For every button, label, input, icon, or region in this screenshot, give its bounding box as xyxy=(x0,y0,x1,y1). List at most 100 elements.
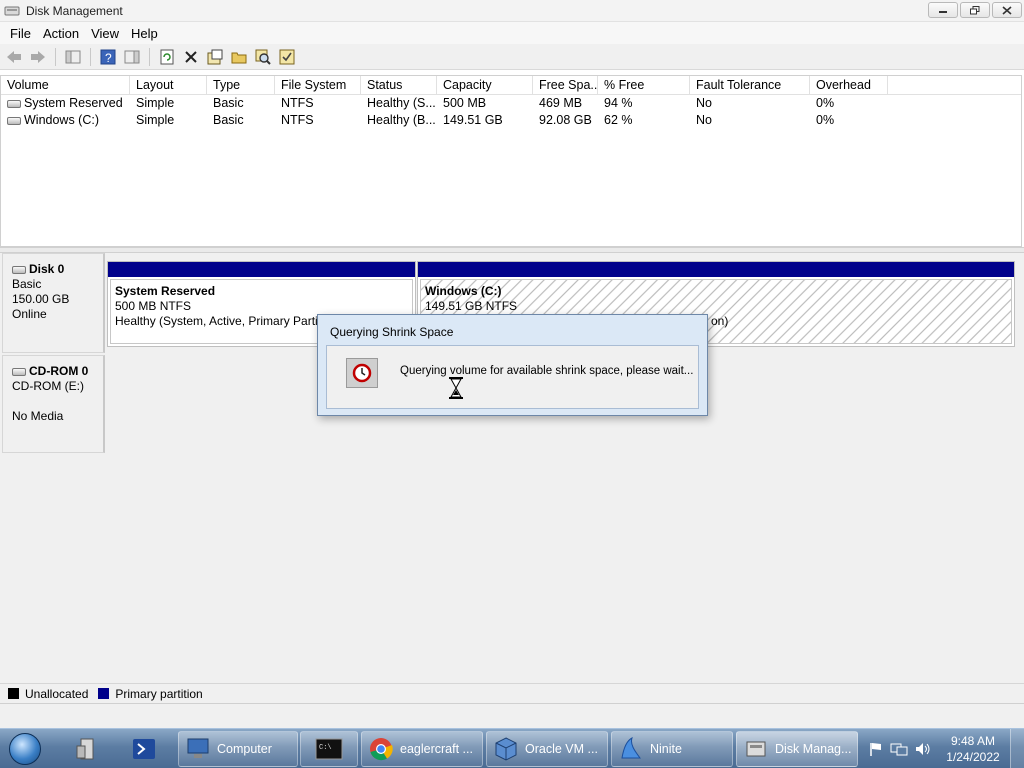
table-cell-percent-free: 94 % xyxy=(604,96,633,110)
legend-unallocated: Unallocated xyxy=(25,686,89,701)
volume-list[interactable]: Volume Layout Type File System Status Ca… xyxy=(0,75,1022,247)
taskbar-label: Computer xyxy=(217,742,272,756)
taskbar-button-chrome[interactable]: eaglercraft ... xyxy=(361,731,483,767)
status-bar xyxy=(0,703,1024,728)
refresh-button[interactable] xyxy=(157,47,177,67)
virtualbox-cube-icon xyxy=(495,737,517,761)
show-desktop-button[interactable] xyxy=(1010,729,1024,768)
forward-button[interactable] xyxy=(28,47,48,67)
column-header-file-system[interactable]: File System xyxy=(275,76,361,94)
column-header-volume[interactable]: Volume xyxy=(1,76,130,94)
table-cell-overhead: 0% xyxy=(816,96,835,110)
cdrom-media: No Media xyxy=(12,409,64,423)
taskbar-button-ninite[interactable]: Ninite xyxy=(611,731,733,767)
start-button[interactable] xyxy=(4,731,46,767)
toolbar-separator xyxy=(149,47,150,66)
dialog-title: Querying Shrink Space xyxy=(330,325,454,339)
primary-partition-bar xyxy=(418,262,1014,277)
volume-name: System Reserved xyxy=(24,96,123,110)
restore-icon xyxy=(970,5,980,14)
minimize-icon xyxy=(939,11,947,13)
cdrom-drive: CD-ROM (E:) xyxy=(12,379,84,393)
clock-icon xyxy=(346,358,378,388)
restore-button[interactable] xyxy=(960,2,990,18)
command-prompt-icon: C:\ xyxy=(315,738,343,760)
disk-management-icon xyxy=(4,6,20,15)
table-row[interactable]: Windows (C:) Simple Basic NTFS Healthy (… xyxy=(1,112,1021,129)
table-cell-type: Basic xyxy=(213,96,244,110)
taskbar-label: eaglercraft ... xyxy=(400,742,473,756)
menu-action[interactable]: Action xyxy=(37,26,85,41)
explore-button[interactable] xyxy=(253,47,273,67)
check-settings-icon xyxy=(279,49,295,64)
console-tree-button[interactable] xyxy=(63,47,83,67)
taskbar-button-disk-management[interactable]: Disk Manag... xyxy=(736,731,858,767)
network-icon[interactable] xyxy=(890,741,908,757)
help-button[interactable]: ? xyxy=(98,47,118,67)
disk-name-text: Disk 0 xyxy=(29,262,65,276)
table-cell-status: Healthy (B... xyxy=(367,113,436,127)
column-header-layout[interactable]: Layout xyxy=(130,76,207,94)
cdrom-name-text: CD-ROM 0 xyxy=(29,364,89,378)
legend-primary: Primary partition xyxy=(115,686,203,701)
title-bar: Disk Management xyxy=(0,0,1024,22)
taskbar-button-command-prompt[interactable]: C:\ xyxy=(300,731,358,767)
properties-icon xyxy=(207,49,223,64)
table-row[interactable]: System Reserved Simple Basic NTFS Health… xyxy=(1,95,1021,112)
taskbar-pinned-server-manager[interactable] xyxy=(64,731,112,767)
action-pane-button[interactable] xyxy=(122,47,142,67)
help-book-icon: ? xyxy=(100,49,116,65)
querying-shrink-space-dialog: Querying Shrink Space Querying volume fo… xyxy=(317,314,708,416)
disk-status: Online xyxy=(12,307,47,321)
partition-name: Windows (C:) xyxy=(425,284,502,298)
taskbar-button-virtualbox[interactable]: Oracle VM ... xyxy=(486,731,608,767)
partition-name: System Reserved xyxy=(115,284,216,298)
powershell-icon xyxy=(133,739,155,759)
disk-label-cdrom0[interactable]: CD-ROM 0 CD-ROM (E:) No Media xyxy=(2,355,105,453)
ninite-icon xyxy=(621,737,641,759)
taskbar-button-computer[interactable]: Computer xyxy=(178,731,298,767)
volume-disk-icon xyxy=(7,99,21,108)
taskbar: Computer C:\ eaglercraft ... Oracle VM .… xyxy=(0,728,1024,768)
volume-speaker-icon[interactable] xyxy=(914,741,932,757)
clock-date: 1/24/2022 xyxy=(946,750,1000,764)
taskbar-clock[interactable]: 9:48 AM 1/24/2022 xyxy=(940,733,1006,765)
volume-list-header: Volume Layout Type File System Status Ca… xyxy=(1,76,1021,95)
column-header-free-space[interactable]: Free Spa... xyxy=(533,76,598,94)
properties-button[interactable] xyxy=(205,47,225,67)
column-header-fault-tolerance[interactable]: Fault Tolerance xyxy=(690,76,810,94)
back-button[interactable] xyxy=(4,47,24,67)
menu-help[interactable]: Help xyxy=(125,26,164,41)
action-pane-icon xyxy=(124,50,140,63)
table-cell-volume: Windows (C:) xyxy=(1,112,130,129)
refresh-icon xyxy=(160,49,174,64)
close-button[interactable] xyxy=(992,2,1022,18)
table-cell-status: Healthy (S... xyxy=(367,96,436,110)
table-cell-capacity: 500 MB xyxy=(443,96,487,110)
column-header-overhead[interactable]: Overhead xyxy=(810,76,888,94)
menu-view[interactable]: View xyxy=(85,26,125,41)
column-header-capacity[interactable]: Capacity xyxy=(437,76,533,94)
disk-type: Basic xyxy=(12,277,42,291)
disk-label-disk0[interactable]: Disk 0 Basic 150.00 GB Online xyxy=(2,253,105,353)
table-cell-fault-tolerance: No xyxy=(696,96,712,110)
action-center-flag-icon[interactable] xyxy=(868,741,884,757)
taskbar-label: Oracle VM ... xyxy=(525,742,598,756)
minimize-button[interactable] xyxy=(928,2,958,18)
table-cell-fault-tolerance: No xyxy=(696,113,712,127)
hard-disk-icon xyxy=(12,265,26,274)
taskbar-pinned-powershell[interactable] xyxy=(120,731,168,767)
settings-button[interactable] xyxy=(277,47,297,67)
dialog-body: Querying volume for available shrink spa… xyxy=(326,345,699,409)
table-cell-file-system: NTFS xyxy=(281,113,314,127)
column-header-status[interactable]: Status xyxy=(361,76,437,94)
menu-file[interactable]: File xyxy=(4,26,37,41)
column-header-type[interactable]: Type xyxy=(207,76,275,94)
disk-name: Disk 0 xyxy=(12,262,103,277)
disk-management-icon xyxy=(746,741,766,757)
open-button[interactable] xyxy=(229,47,249,67)
delete-button[interactable] xyxy=(181,47,201,67)
column-header-percent-free[interactable]: % Free xyxy=(598,76,690,94)
unallocated-swatch xyxy=(8,688,19,699)
